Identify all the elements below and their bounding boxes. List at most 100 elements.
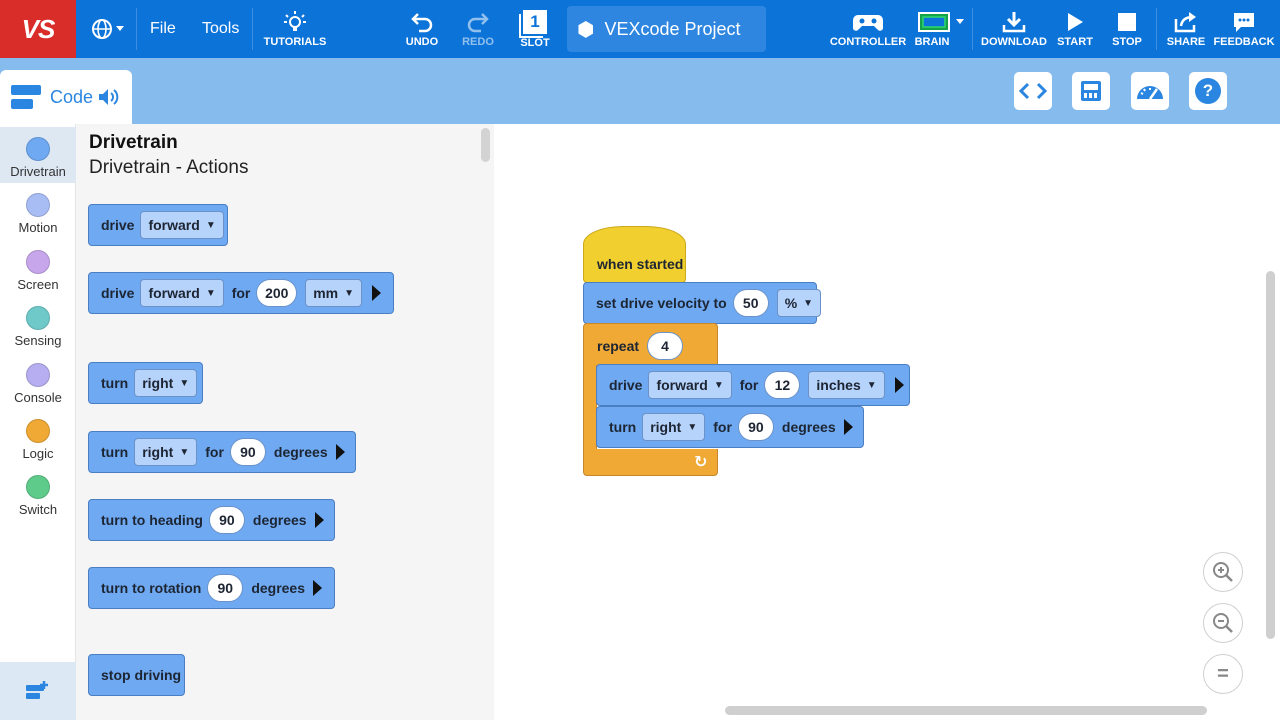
- repeat-count-input[interactable]: 4: [647, 332, 684, 360]
- direction-dropdown[interactable]: right ▼: [642, 413, 706, 441]
- dashboard-button[interactable]: [1131, 72, 1169, 110]
- direction-dropdown[interactable]: forward ▼: [648, 371, 732, 399]
- download-icon: [1002, 11, 1026, 32]
- slot-button[interactable]: 1 SLOT: [514, 0, 556, 58]
- code-blocks-icon: [11, 85, 41, 109]
- brain-label: BRAIN: [914, 35, 950, 48]
- canvas-vertical-scrollbar[interactable]: [1266, 271, 1275, 639]
- category-label: Console: [14, 390, 62, 405]
- category-label: Screen: [17, 277, 59, 292]
- controller-button[interactable]: CONTROLLER: [830, 0, 906, 58]
- turn-for-block[interactable]: turn right ▼ for 90 degrees: [88, 431, 356, 473]
- distance-input[interactable]: 200: [256, 279, 298, 307]
- speaker-icon: [99, 89, 119, 105]
- zoom-out-icon: [1213, 613, 1233, 633]
- category-label: Motion: [18, 220, 58, 235]
- set-drive-velocity-block[interactable]: set drive velocity to 50 % ▼: [583, 282, 822, 324]
- category-dot: [26, 475, 50, 499]
- dropdown-value: forward: [656, 377, 708, 393]
- dropdown-value: forward: [148, 285, 200, 301]
- share-icon: [1174, 11, 1196, 32]
- wait-arrow-icon: [313, 580, 323, 596]
- flyout-title: Drivetrain: [89, 132, 178, 153]
- unit-dropdown[interactable]: % ▼: [776, 289, 822, 317]
- redo-label: REDO: [462, 35, 494, 48]
- caret-down-icon: ▼: [344, 287, 354, 299]
- category-sensing[interactable]: Sensing: [0, 296, 76, 352]
- rotation-input[interactable]: 90: [207, 574, 244, 602]
- share-button[interactable]: SHARE: [1164, 0, 1208, 58]
- direction-dropdown[interactable]: right ▼: [134, 369, 198, 397]
- code-tab[interactable]: Code: [0, 70, 132, 124]
- category-switch[interactable]: Switch: [0, 465, 76, 521]
- help-button[interactable]: ?: [1189, 72, 1227, 110]
- stop-button[interactable]: STOP: [1108, 0, 1146, 58]
- block-text: repeat: [597, 338, 640, 354]
- start-button[interactable]: START: [1056, 0, 1094, 58]
- block-text: degrees: [251, 580, 306, 596]
- turn-to-rotation-block[interactable]: turn to rotation 90 degrees: [88, 567, 335, 609]
- drive-for-block[interactable]: drive forward ▼ for 200 mm ▼: [88, 272, 394, 314]
- zoom-reset-button[interactable]: =: [1203, 654, 1243, 694]
- feedback-button[interactable]: FEEDBACK: [1213, 0, 1275, 58]
- dropdown-value: inches: [816, 377, 861, 393]
- block-text: turn: [101, 375, 129, 391]
- zoom-in-button[interactable]: [1203, 552, 1243, 592]
- category-dot: [26, 137, 50, 161]
- angle-input[interactable]: 90: [737, 413, 774, 441]
- category-screen[interactable]: Screen: [0, 240, 76, 296]
- slot-number: 1: [530, 11, 540, 31]
- canvas-horizontal-scrollbar[interactable]: [725, 706, 1207, 715]
- unit-dropdown[interactable]: mm ▼: [305, 279, 362, 307]
- category-drivetrain[interactable]: Drivetrain: [0, 127, 76, 183]
- tools-menu[interactable]: Tools: [202, 0, 239, 58]
- code-viewer-button[interactable]: [1014, 72, 1052, 110]
- direction-dropdown[interactable]: forward ▼: [140, 279, 224, 307]
- stop-driving-block[interactable]: stop driving: [88, 654, 185, 696]
- download-button[interactable]: DOWNLOAD: [980, 0, 1048, 58]
- block-text: turn to rotation: [101, 580, 202, 596]
- undo-button[interactable]: UNDO: [402, 0, 442, 58]
- controller-icon: [853, 14, 883, 31]
- turn-to-heading-block[interactable]: turn to heading 90 degrees: [88, 499, 335, 541]
- vexcode-logo[interactable]: VS: [0, 0, 76, 58]
- block-text: for: [231, 285, 251, 301]
- tutorials-button[interactable]: TUTORIALS: [262, 0, 328, 58]
- brain-button[interactable]: BRAIN: [910, 0, 970, 58]
- direction-dropdown[interactable]: forward ▼: [140, 211, 224, 239]
- project-name-field[interactable]: ⬢ VEXcode Project: [567, 6, 766, 52]
- devices-button[interactable]: [1072, 72, 1110, 110]
- flyout-scrollbar[interactable]: [481, 128, 490, 162]
- lightbulb-icon: [284, 10, 306, 31]
- category-motion[interactable]: Motion: [0, 183, 76, 239]
- drive-for-block[interactable]: drive forward ▼ for 12 inches ▼: [596, 364, 910, 406]
- turn-for-block[interactable]: turn right ▼ for 90 degrees: [596, 406, 864, 448]
- download-label: DOWNLOAD: [981, 35, 1047, 48]
- zoom-out-button[interactable]: [1203, 603, 1243, 643]
- extensions-button[interactable]: [0, 662, 76, 720]
- workspace-header: Code ?: [0, 58, 1280, 124]
- block-text: for: [205, 444, 224, 460]
- redo-button[interactable]: REDO: [458, 0, 498, 58]
- category-dot: [26, 419, 50, 443]
- category-logic[interactable]: Logic: [0, 409, 76, 465]
- angle-input[interactable]: 90: [229, 438, 266, 466]
- code-view-icon: [1019, 82, 1047, 100]
- file-menu[interactable]: File: [150, 0, 176, 58]
- unit-dropdown[interactable]: inches ▼: [808, 371, 885, 399]
- language-menu-button[interactable]: [86, 0, 130, 58]
- category-label: Sensing: [14, 333, 62, 348]
- heading-input[interactable]: 90: [208, 506, 245, 534]
- block-text: degrees: [252, 512, 307, 528]
- repeat-header: repeat 4: [597, 332, 691, 360]
- velocity-input[interactable]: 50: [732, 289, 769, 317]
- block-text: turn: [609, 419, 637, 435]
- category-console[interactable]: Console: [0, 353, 76, 409]
- direction-dropdown[interactable]: right ▼: [134, 438, 198, 466]
- distance-input[interactable]: 12: [764, 371, 801, 399]
- block-text: set drive velocity to: [596, 295, 727, 311]
- feedback-icon: [1234, 12, 1254, 32]
- drive-block[interactable]: drive forward ▼: [88, 204, 228, 246]
- turn-block[interactable]: turn right ▼: [88, 362, 203, 404]
- when-started-block[interactable]: when started: [583, 226, 686, 283]
